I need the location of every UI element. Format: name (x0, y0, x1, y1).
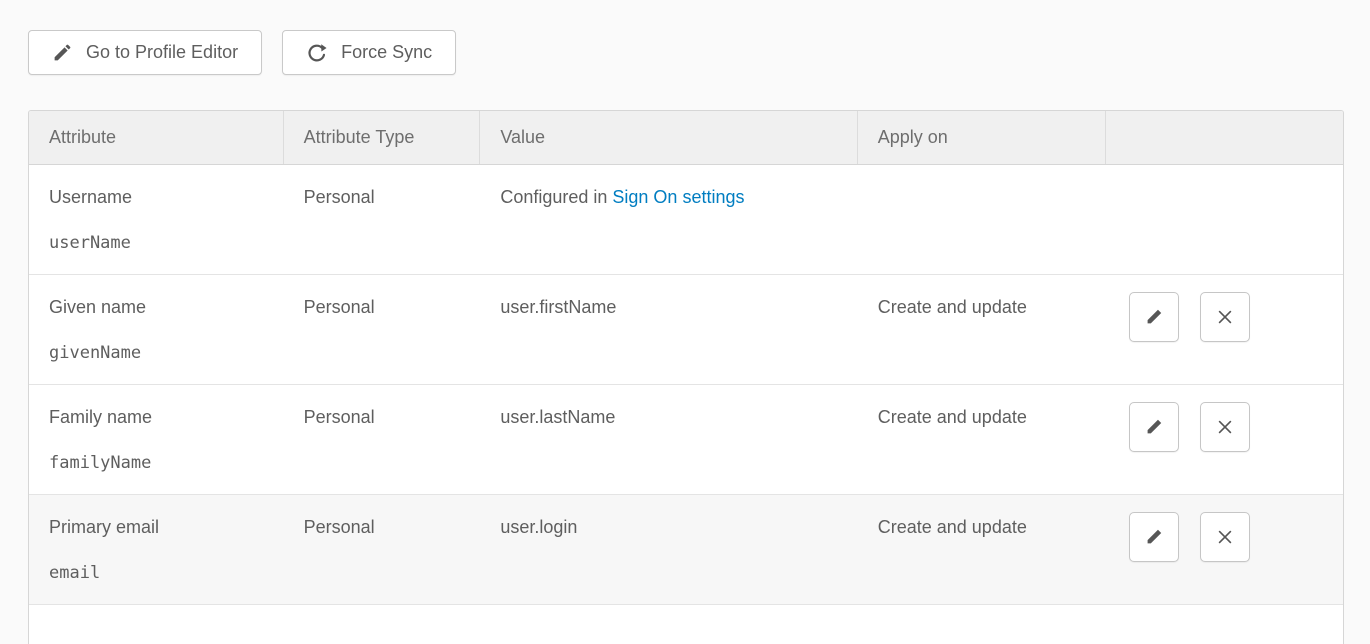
attribute-key: email (49, 561, 274, 585)
attribute-cell: Family name familyName (29, 385, 284, 494)
attribute-label: Primary email (49, 515, 274, 539)
attribute-label: Given name (49, 295, 274, 319)
column-header-actions (1106, 111, 1343, 164)
apply-on-cell: Create and update (858, 495, 1107, 604)
refresh-icon (306, 42, 328, 64)
table-row-given-name: Given name givenName Personal user.first… (29, 275, 1343, 385)
pencil-icon (1143, 416, 1165, 438)
column-header-attribute-type: Attribute Type (284, 111, 481, 164)
close-icon (1215, 527, 1235, 547)
force-sync-button[interactable]: Force Sync (282, 30, 456, 75)
attribute-label: Username (49, 185, 274, 209)
attribute-cell: Username userName (29, 165, 284, 274)
edit-attribute-button[interactable] (1129, 512, 1179, 562)
value-cell: user.lastName (480, 385, 857, 494)
attribute-label: Family name (49, 405, 274, 429)
pencil-icon (52, 42, 73, 63)
delete-attribute-button[interactable] (1200, 402, 1250, 452)
close-icon (1215, 307, 1235, 327)
close-icon (1215, 417, 1235, 437)
pencil-icon (1143, 526, 1165, 548)
button-label: Force Sync (341, 42, 432, 63)
attribute-type-cell: Personal (284, 385, 481, 494)
delete-attribute-button[interactable] (1200, 512, 1250, 562)
apply-on-cell: Create and update (858, 385, 1107, 494)
actions-cell (1106, 275, 1343, 384)
attribute-key: userName (49, 231, 274, 255)
pencil-icon (1143, 306, 1165, 328)
attribute-key: givenName (49, 341, 274, 365)
attribute-mappings-page: Go to Profile Editor Force Sync Attribut… (0, 0, 1370, 644)
actions-cell (1106, 165, 1343, 274)
attribute-type-cell: Personal (284, 275, 481, 384)
attribute-cell: Primary email email (29, 495, 284, 604)
button-label: Go to Profile Editor (86, 42, 238, 63)
apply-on-cell (858, 165, 1107, 274)
apply-on-cell: Create and update (858, 275, 1107, 384)
table-row-family-name: Family name familyName Personal user.las… (29, 385, 1343, 495)
go-to-profile-editor-button[interactable]: Go to Profile Editor (28, 30, 262, 75)
table-header: Attribute Attribute Type Value Apply on (29, 111, 1343, 165)
column-header-apply-on: Apply on (858, 111, 1107, 164)
column-header-value: Value (480, 111, 857, 164)
actions-cell (1106, 385, 1343, 494)
value-cell: user.login (480, 495, 857, 604)
table-row-partial (29, 605, 1343, 644)
attribute-key: familyName (49, 451, 274, 475)
delete-attribute-button[interactable] (1200, 292, 1250, 342)
attribute-type-cell: Personal (284, 165, 481, 274)
attribute-cell: Given name givenName (29, 275, 284, 384)
value-cell: Configured in Sign On settings (480, 165, 857, 274)
attribute-mapping-table: Attribute Attribute Type Value Apply on … (28, 110, 1344, 644)
table-row-username: Username userName Personal Configured in… (29, 165, 1343, 275)
attribute-type-cell: Personal (284, 495, 481, 604)
toolbar: Go to Profile Editor Force Sync (28, 30, 456, 75)
value-text: Configured in (500, 187, 612, 207)
value-cell: user.firstName (480, 275, 857, 384)
actions-cell (1106, 495, 1343, 604)
sign-on-settings-link[interactable]: Sign On settings (612, 187, 744, 207)
table-row-primary-email: Primary email email Personal user.login … (29, 495, 1343, 605)
edit-attribute-button[interactable] (1129, 402, 1179, 452)
column-header-attribute: Attribute (29, 111, 284, 164)
edit-attribute-button[interactable] (1129, 292, 1179, 342)
